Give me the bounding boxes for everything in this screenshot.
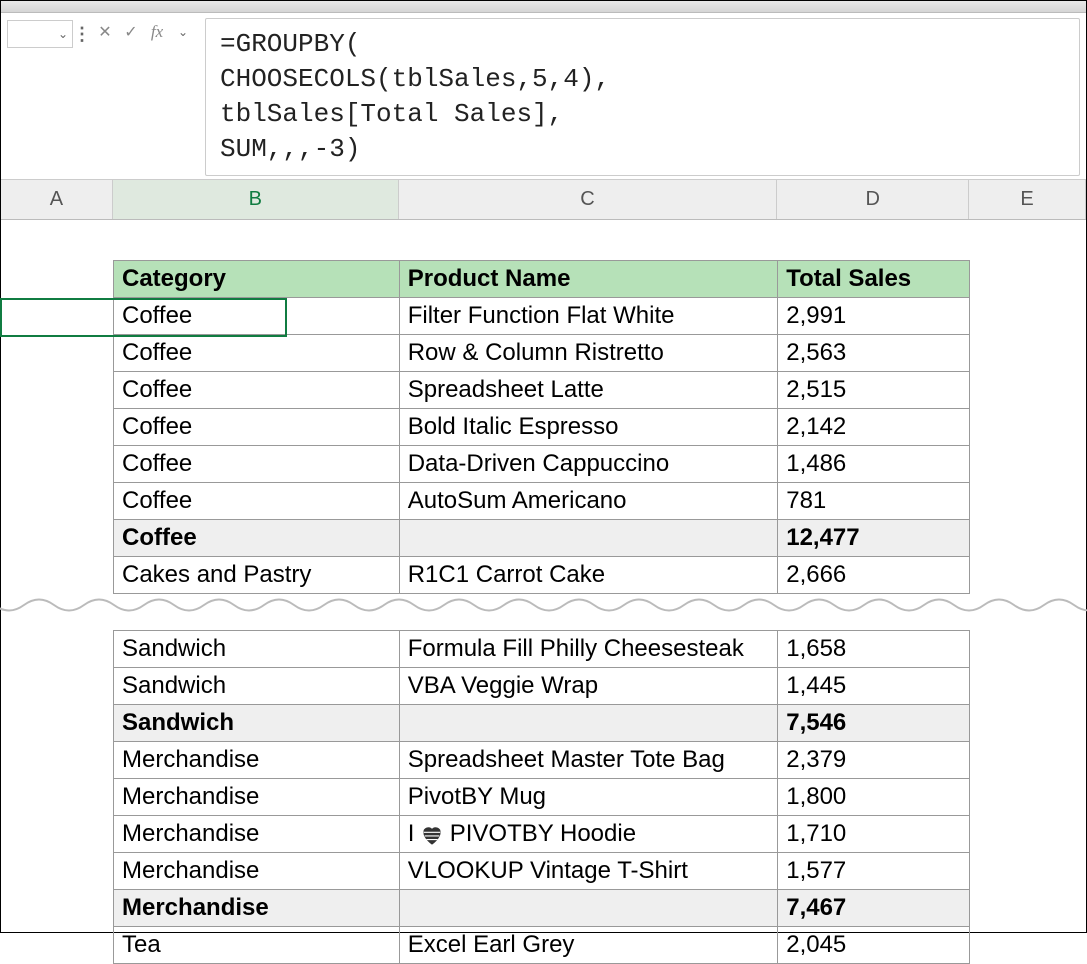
torn-page-indicator bbox=[114, 594, 970, 631]
cell-product[interactable] bbox=[399, 520, 778, 557]
fx-dropdown-icon[interactable]: ⌄ bbox=[171, 20, 195, 44]
cell-category[interactable]: Coffee bbox=[114, 409, 400, 446]
column-header-a[interactable]: A bbox=[1, 180, 113, 219]
cell-category[interactable]: Sandwich bbox=[114, 705, 400, 742]
cell-product[interactable] bbox=[399, 890, 778, 927]
data-table: Category Product Name Total Sales Coffee… bbox=[113, 260, 970, 964]
table-row[interactable]: Cakes and PastryR1C1 Carrot Cake2,666 bbox=[114, 557, 970, 594]
table-row[interactable]: MerchandiseVLOOKUP Vintage T-Shirt1,577 bbox=[114, 853, 970, 890]
table-row[interactable]: TeaExcel Earl Grey2,045 bbox=[114, 927, 970, 964]
table-row[interactable]: CoffeeRow & Column Ristretto2,563 bbox=[114, 335, 970, 372]
cell-product[interactable] bbox=[399, 705, 778, 742]
cell-product[interactable]: Excel Earl Grey bbox=[399, 927, 778, 964]
cell-category[interactable]: Coffee bbox=[114, 483, 400, 520]
cell-product[interactable]: AutoSum Americano bbox=[399, 483, 778, 520]
cell-product[interactable]: VLOOKUP Vintage T-Shirt bbox=[399, 853, 778, 890]
table-row[interactable]: SandwichVBA Veggie Wrap1,445 bbox=[114, 668, 970, 705]
table-row[interactable]: MerchandiseI PIVOTBY Hoodie1,710 bbox=[114, 816, 970, 853]
table-row[interactable]: Coffee 12,477 bbox=[114, 520, 970, 557]
cell-category[interactable]: Coffee bbox=[114, 335, 400, 372]
cell-sales[interactable]: 2,142 bbox=[778, 409, 970, 446]
column-header-c[interactable]: C bbox=[399, 180, 778, 219]
fx-icon[interactable]: fx bbox=[145, 20, 169, 44]
cell-category[interactable]: Coffee bbox=[114, 446, 400, 483]
cell-product[interactable]: Filter Function Flat White bbox=[399, 298, 778, 335]
formula-bar: ⌄ ⋮ ✕ ✓ fx ⌄ =GROUPBY( CHOOSECOLS(tblSal… bbox=[1, 13, 1086, 180]
formula-input[interactable]: =GROUPBY( CHOOSECOLS(tblSales,5,4), tblS… bbox=[205, 18, 1080, 176]
table-row[interactable]: MerchandiseSpreadsheet Master Tote Bag2,… bbox=[114, 742, 970, 779]
cancel-formula-button[interactable]: ✕ bbox=[93, 20, 117, 44]
cell-sales[interactable]: 2,563 bbox=[778, 335, 970, 372]
cell-sales[interactable]: 1,658 bbox=[778, 631, 970, 668]
chevron-down-icon[interactable]: ⌄ bbox=[58, 27, 68, 41]
cell-sales[interactable]: 2,045 bbox=[778, 927, 970, 964]
header-category[interactable]: Category bbox=[114, 261, 400, 298]
table-row[interactable]: Sandwich 7,546 bbox=[114, 705, 970, 742]
table-row[interactable]: Merchandise 7,467 bbox=[114, 890, 970, 927]
header-sales[interactable]: Total Sales bbox=[778, 261, 970, 298]
cell-category[interactable]: Merchandise bbox=[114, 816, 400, 853]
table-row[interactable]: CoffeeBold Italic Espresso2,142 bbox=[114, 409, 970, 446]
cell-category[interactable]: Coffee bbox=[114, 372, 400, 409]
name-box-area: ⌄ ⋮ bbox=[7, 16, 89, 48]
cell-product[interactable]: VBA Veggie Wrap bbox=[399, 668, 778, 705]
spreadsheet-grid[interactable]: Category Product Name Total Sales Coffee… bbox=[1, 220, 1086, 964]
cell-category[interactable]: Cakes and Pastry bbox=[114, 557, 400, 594]
cell-category[interactable]: Merchandise bbox=[114, 742, 400, 779]
column-header-e[interactable]: E bbox=[969, 180, 1086, 219]
cell-product[interactable]: Data-Driven Cappuccino bbox=[399, 446, 778, 483]
cell-product[interactable]: Spreadsheet Master Tote Bag bbox=[399, 742, 778, 779]
cell-category[interactable]: Merchandise bbox=[114, 853, 400, 890]
cell-sales[interactable]: 7,467 bbox=[778, 890, 970, 927]
cell-category[interactable]: Merchandise bbox=[114, 779, 400, 816]
cell-product[interactable]: Spreadsheet Latte bbox=[399, 372, 778, 409]
fx-controls: ✕ ✓ fx ⌄ bbox=[89, 18, 199, 46]
cell-sales[interactable]: 12,477 bbox=[778, 520, 970, 557]
cell-product[interactable]: Row & Column Ristretto bbox=[399, 335, 778, 372]
cell-sales[interactable]: 2,379 bbox=[778, 742, 970, 779]
cell-category[interactable]: Sandwich bbox=[114, 631, 400, 668]
cell-category[interactable]: Coffee bbox=[114, 298, 400, 335]
cell-product[interactable]: PivotBY Mug bbox=[399, 779, 778, 816]
table-row[interactable]: CoffeeSpreadsheet Latte2,515 bbox=[114, 372, 970, 409]
table-row[interactable] bbox=[114, 594, 970, 631]
cell-sales[interactable]: 1,486 bbox=[778, 446, 970, 483]
cell-sales[interactable]: 2,666 bbox=[778, 557, 970, 594]
column-headers: A B C D E bbox=[1, 180, 1086, 220]
cell-category[interactable]: Tea bbox=[114, 927, 400, 964]
cell-sales[interactable]: 1,710 bbox=[778, 816, 970, 853]
cell-sales[interactable]: 1,577 bbox=[778, 853, 970, 890]
cell-product[interactable]: I PIVOTBY Hoodie bbox=[399, 816, 778, 853]
header-product[interactable]: Product Name bbox=[399, 261, 778, 298]
column-header-b[interactable]: B bbox=[113, 180, 399, 219]
cell-product[interactable]: Bold Italic Espresso bbox=[399, 409, 778, 446]
cell-category[interactable]: Coffee bbox=[114, 520, 400, 557]
table-row[interactable]: CoffeeFilter Function Flat White2,991 bbox=[114, 298, 970, 335]
table-row[interactable]: CoffeeData-Driven Cappuccino1,486 bbox=[114, 446, 970, 483]
table-row[interactable]: SandwichFormula Fill Philly Cheesesteak1… bbox=[114, 631, 970, 668]
table-row[interactable]: CoffeeAutoSum Americano781 bbox=[114, 483, 970, 520]
cell-sales[interactable]: 781 bbox=[778, 483, 970, 520]
cell-category[interactable]: Merchandise bbox=[114, 890, 400, 927]
formula-bar-divider: ⋮ bbox=[75, 20, 89, 48]
cell-sales[interactable]: 1,800 bbox=[778, 779, 970, 816]
cell-sales[interactable]: 7,546 bbox=[778, 705, 970, 742]
cell-sales[interactable]: 2,991 bbox=[778, 298, 970, 335]
table-header-row: Category Product Name Total Sales bbox=[114, 261, 970, 298]
name-box[interactable]: ⌄ bbox=[7, 20, 73, 48]
cell-sales[interactable]: 2,515 bbox=[778, 372, 970, 409]
table-row[interactable]: MerchandisePivotBY Mug1,800 bbox=[114, 779, 970, 816]
column-header-d[interactable]: D bbox=[777, 180, 969, 219]
cell-product[interactable]: Formula Fill Philly Cheesesteak bbox=[399, 631, 778, 668]
enter-formula-button[interactable]: ✓ bbox=[119, 20, 143, 44]
window-top-strip bbox=[1, 1, 1086, 13]
cell-sales[interactable]: 1,445 bbox=[778, 668, 970, 705]
cell-product[interactable]: R1C1 Carrot Cake bbox=[399, 557, 778, 594]
cell-category[interactable]: Sandwich bbox=[114, 668, 400, 705]
